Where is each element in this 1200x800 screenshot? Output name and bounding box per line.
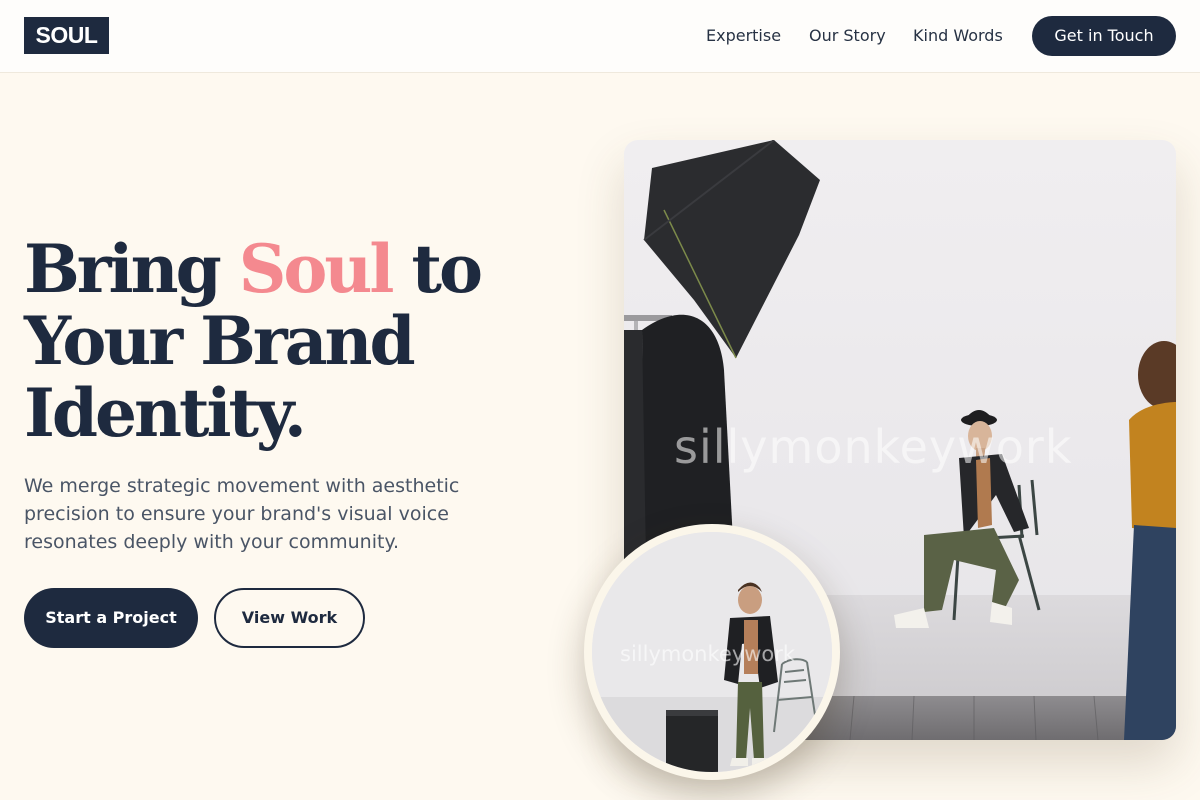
nav-link-kind-words[interactable]: Kind Words xyxy=(913,26,1003,46)
start-project-button[interactable]: Start a Project xyxy=(24,588,198,648)
nav-link-expertise[interactable]: Expertise xyxy=(706,26,781,46)
circle-inset-photo: sillymonkeywork xyxy=(584,524,840,780)
hero-title-start: Bring xyxy=(24,230,239,308)
hero-title-accent: Soul xyxy=(238,230,395,308)
hero-description: We merge strategic movement with aesthet… xyxy=(24,475,460,553)
site-header: SOUL Expertise Our Story Kind Words Get … xyxy=(0,0,1200,73)
hero-title: Bring Soul to Your Brand Identity. xyxy=(24,233,544,449)
standing-model-illustration xyxy=(592,532,832,772)
get-in-touch-button[interactable]: Get in Touch xyxy=(1032,16,1176,56)
nav-link-our-story[interactable]: Our Story xyxy=(809,26,886,46)
view-work-button[interactable]: View Work xyxy=(214,588,365,648)
logo[interactable]: SOUL xyxy=(24,17,109,54)
